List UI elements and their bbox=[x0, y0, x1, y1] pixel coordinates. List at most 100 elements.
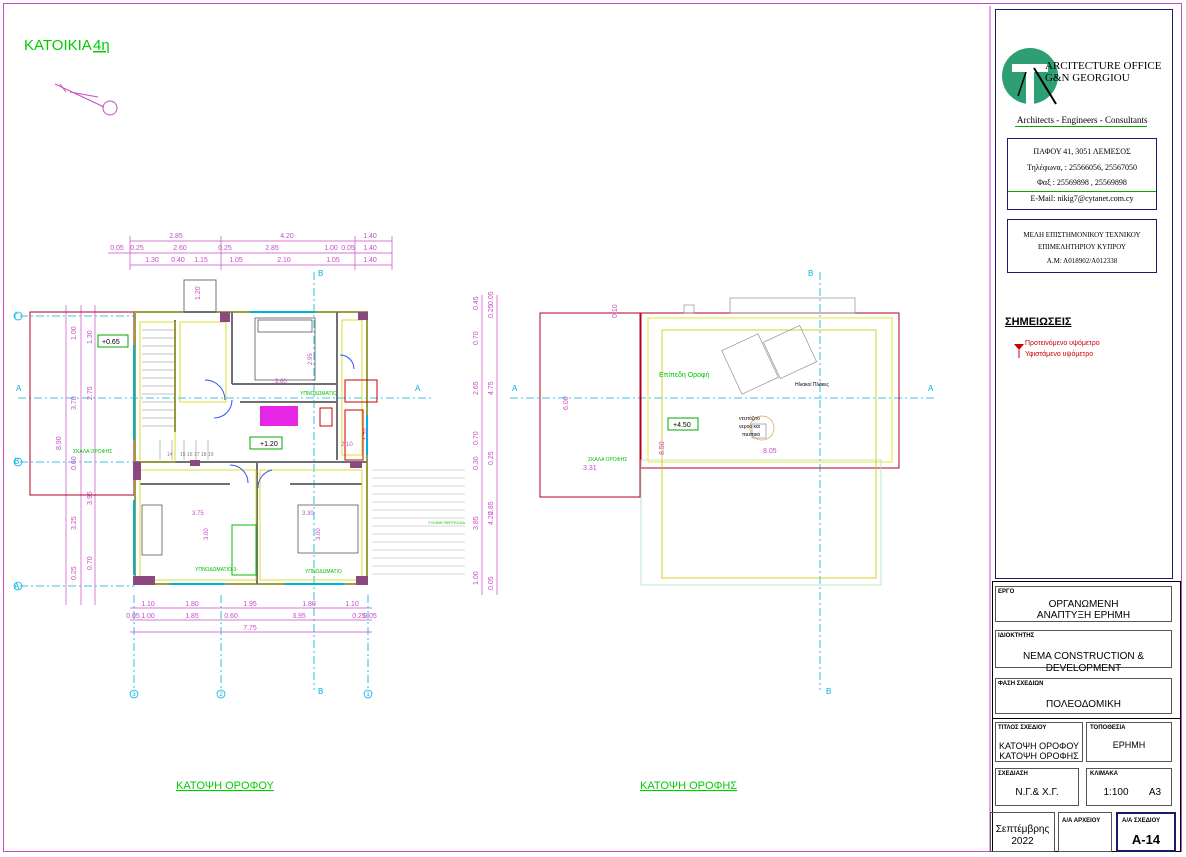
top-dim-3: 1.40 bbox=[363, 233, 377, 240]
date-value-2: 2022 bbox=[1011, 836, 1034, 847]
solar-panels-label: Ηλιακοί Πλάκες bbox=[795, 381, 829, 388]
grid-number-1: 1 bbox=[366, 692, 370, 698]
top-dim-2: 4.20 bbox=[280, 233, 294, 240]
project-label: ΕΡΓΟ bbox=[998, 589, 1015, 595]
owner-value-2: DEVELOPMENT bbox=[1045, 663, 1122, 674]
roof-section-a-left: A bbox=[512, 384, 518, 393]
notes-heading: ΣΗΜΕΙΩΣΕΙΣ bbox=[1005, 316, 1072, 328]
project-value-1: ΟΡΓΑΝΩΜΕΝΗ bbox=[1048, 599, 1119, 610]
drawn-label: ΣΧΕΔΙΑΣΗ bbox=[998, 771, 1028, 777]
roof-right-dimensions bbox=[481, 295, 498, 595]
stair-number: 18 bbox=[201, 452, 207, 458]
note-item-2: Υφιστάμενο υψόμετρο bbox=[1025, 351, 1094, 358]
roof-dim: 0.70 bbox=[473, 331, 480, 345]
owner-label: ΙΔΙΟΚΤΗΤΗΣ bbox=[998, 633, 1035, 639]
section-b-bottom: B bbox=[318, 687, 323, 696]
location-label: ΤΟΠΟΘΕΣΙΑ bbox=[1090, 725, 1126, 731]
bottom-dim2: 1.00 bbox=[141, 613, 155, 620]
roof-inner-dim: 0.10 bbox=[612, 304, 619, 318]
roof-dim: 0.45 bbox=[473, 296, 480, 310]
top-dim-r3-2: 0.40 bbox=[171, 257, 185, 264]
left-dim2-2: 2.75 bbox=[87, 386, 94, 400]
room-dim: 2.10 bbox=[341, 442, 353, 448]
bottom-dim-total: 7.75 bbox=[243, 625, 257, 632]
roof-section-b-top: B bbox=[808, 269, 813, 278]
bottom-dim: 1.10 bbox=[345, 601, 359, 608]
water-tank-label-1: ντεπόζιτο bbox=[739, 415, 760, 422]
floor-plan: 2.85 4.20 1.40 0.05 0.25 2.60 0.25 2.85 … bbox=[13, 233, 465, 699]
bottom-dim2: 0.60 bbox=[224, 613, 238, 620]
kitchen-counter bbox=[260, 406, 298, 426]
left-dim-5: 0.25 bbox=[71, 566, 78, 580]
sheet-number-label: Α/Α ΣΧΕΔΙΟΥ bbox=[1122, 818, 1161, 824]
roof-section-b-bottom: B bbox=[826, 687, 831, 696]
roof-inner-dim: 3.31 bbox=[583, 465, 597, 472]
stair-number: 17 bbox=[194, 452, 200, 458]
roof-inner-dim: 6.00 bbox=[563, 396, 570, 410]
member-line-3: Α.Μ: Α018902/Α012338 bbox=[1046, 257, 1118, 265]
note-item-1: Προτεινόμενο υψόμετρο bbox=[1025, 340, 1100, 347]
bedroom-label-3: ΥΠΝΟΔΩΜΑΤΙΟ bbox=[305, 569, 342, 575]
roof-dim: 0.25 bbox=[488, 451, 495, 465]
roof-stair-label-2: ΣΚΑΛΑ ΟΡΟΦΗΣ bbox=[588, 457, 627, 463]
room-dim: 1.70 bbox=[364, 428, 370, 440]
roof-inner-dim: 8.50 bbox=[659, 441, 666, 455]
owner-value-1: NEMA CONSTRUCTION & bbox=[1022, 651, 1145, 662]
roof-dim: 1.00 bbox=[473, 571, 480, 585]
floor-plan-caption: ΚΑΤΟΨΗ ΟΡΟΦΟΥ bbox=[176, 780, 275, 792]
roof-dim: 2.65 bbox=[473, 381, 480, 395]
top-dim-r2-5: 2.85 bbox=[265, 245, 279, 252]
roof-dim: 0.25 bbox=[488, 304, 495, 318]
left-dim2-4: 0.70 bbox=[87, 556, 94, 570]
stair-number: 16 bbox=[187, 452, 193, 458]
roof-level-value: +4.50 bbox=[673, 422, 691, 429]
roof-parapet bbox=[729, 297, 856, 314]
top-dim-r3-7: 1.40 bbox=[363, 257, 377, 264]
room-dim: 2.95 bbox=[308, 353, 314, 365]
top-dimension-lines bbox=[108, 236, 393, 270]
bottom-dim: 1.95 bbox=[243, 601, 257, 608]
office-phone: Τηλέφωνα, : 25566056, 25567050 bbox=[1027, 163, 1137, 172]
top-dim-r2-2: 0.25 bbox=[130, 245, 144, 252]
top-dim-r2-3: 2.60 bbox=[173, 245, 187, 252]
grid-number-2: 2 bbox=[219, 692, 223, 698]
roof-dim: 0.30 bbox=[473, 456, 480, 470]
grid-number-3: 3 bbox=[132, 692, 136, 698]
left-dim-3: 0.60 bbox=[71, 456, 78, 470]
window-dim: 1.20 bbox=[195, 286, 202, 300]
roof-plan: 0.05 0.45 0.25 0.70 2.65 4.75 0.70 0.30 … bbox=[473, 269, 935, 696]
room-dim: 3.00 bbox=[204, 528, 210, 540]
top-dim-r2-6: 1.00 bbox=[324, 245, 338, 252]
paper-size-value: A3 bbox=[1148, 787, 1162, 798]
top-dim-r2-7: 0.05 bbox=[341, 245, 355, 252]
member-line-1: ΜΕΛΗ ΕΠΙΣΤΗΜΟΝΙΚΟΥ ΤΕΧΝΙΚΟΥ bbox=[1023, 231, 1141, 239]
roof-dim: 0.05 bbox=[488, 291, 495, 305]
room-dim: 3.75 bbox=[192, 511, 204, 517]
archive-label: Α/Α ΑΡΧΕΙΟΥ bbox=[1062, 818, 1101, 824]
stair-number: 14 bbox=[167, 452, 173, 458]
roof-stair-label: ΣΚΑΛΑ ΟΡΟΦΗΣ bbox=[73, 449, 112, 455]
bottom-dim: 1.80 bbox=[302, 601, 316, 608]
roof-section-a-right: A bbox=[928, 384, 934, 393]
stair-number: 19 bbox=[208, 452, 214, 458]
section-a-right: A bbox=[415, 384, 421, 393]
bottom-dim2: 3.95 bbox=[292, 613, 306, 620]
left-dim-2: 3.70 bbox=[71, 396, 78, 410]
phase-value: ΠΟΛΕΟΔΟΜΙΚΗ bbox=[1046, 699, 1121, 710]
drawing-title-value-1: ΚΑΤΟΨΗ ΟΡΟΦΟΥ bbox=[998, 741, 1080, 751]
level-value-1: +0.65 bbox=[102, 339, 120, 346]
project-title: ΚΑΤΟΙΚΙΑ bbox=[24, 37, 92, 54]
phase-label: ΦΑΣΗ ΣΧΕΔΙΩΝ bbox=[998, 681, 1044, 687]
section-b-top: B bbox=[318, 269, 323, 278]
pergola-label: ΞΥΛΙΝΗ ΠΕΡΓΚΟΛΑ bbox=[428, 520, 465, 525]
scale-label: ΚΛΙΜΑΚΑ bbox=[1090, 771, 1118, 777]
top-dim-r3-4: 1.05 bbox=[229, 257, 243, 264]
member-line-2: ΕΠΙΜΕΛΗΤΗΡΙΟΥ ΚΥΠΡΟΥ bbox=[1038, 243, 1126, 251]
left-dim2-1: 1.30 bbox=[87, 330, 94, 344]
roof-dim: 3.85 bbox=[473, 516, 480, 530]
roof-dim: 4.75 bbox=[488, 381, 495, 395]
roof-plan-caption: ΚΑΤΟΨΗ ΟΡΟΦΗΣ bbox=[640, 780, 737, 792]
bottom-dim: 1.10 bbox=[141, 601, 155, 608]
level-symbol-icon bbox=[1014, 344, 1024, 358]
top-dim-r3-5: 2.10 bbox=[277, 257, 291, 264]
